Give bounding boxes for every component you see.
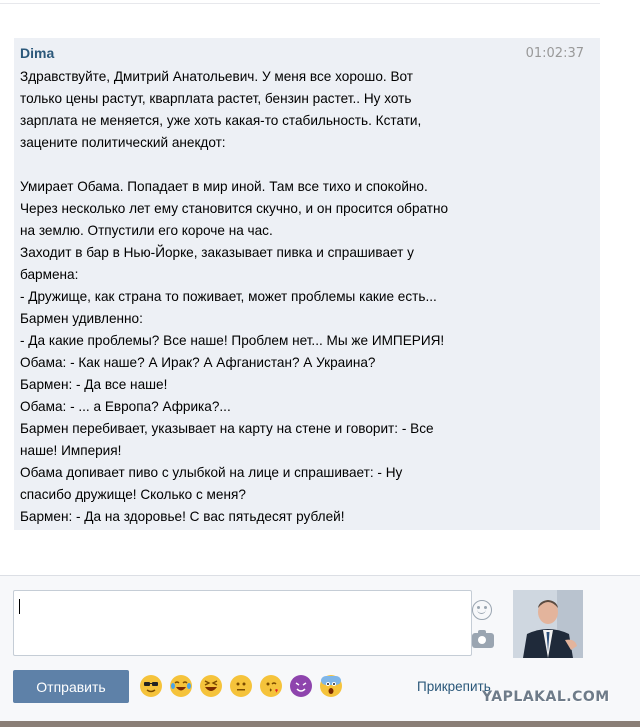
- laughing-emoji-icon[interactable]: [200, 675, 222, 697]
- camera-icon[interactable]: [472, 630, 494, 648]
- neutral-face-emoji-icon[interactable]: [230, 675, 252, 697]
- avatar-photo: [513, 590, 583, 658]
- wink-kiss-emoji-icon[interactable]: [260, 675, 282, 697]
- text-cursor: [19, 599, 20, 614]
- watermark-logo: YAPLAKAL.COM: [482, 689, 610, 705]
- avatar[interactable]: [513, 590, 583, 658]
- bottom-strip: [0, 721, 640, 727]
- sunglasses-emoji-icon[interactable]: [140, 675, 162, 697]
- message-composer: Отправить Прикрепить YAPLAKAL.COM: [0, 575, 640, 727]
- tears-of-joy-emoji-icon[interactable]: [170, 675, 192, 697]
- top-divider: [0, 0, 600, 4]
- message-author[interactable]: Dima: [20, 45, 54, 61]
- message-input[interactable]: [13, 590, 494, 656]
- smile-icon[interactable]: [472, 600, 492, 620]
- message-text: Здравствуйте, Дмитрий Анатольевич. У мен…: [20, 69, 449, 524]
- send-button[interactable]: Отправить: [13, 670, 129, 703]
- message-bubble: Dima 01:02:37 Здравствуйте, Дмитрий Анат…: [14, 38, 600, 530]
- message-time[interactable]: 01:02:37: [526, 46, 584, 61]
- attach-link[interactable]: Прикрепить: [417, 679, 491, 694]
- devil-emoji-icon[interactable]: [290, 675, 312, 697]
- scream-emoji-icon[interactable]: [320, 675, 342, 697]
